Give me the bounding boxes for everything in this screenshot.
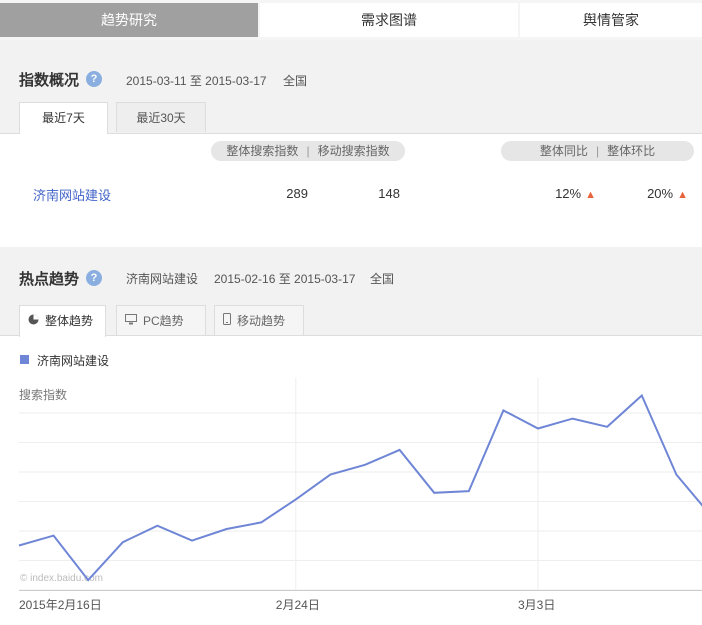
tab-label: 移动趋势	[237, 314, 286, 329]
tab-mobile-trend[interactable]: 移动趋势	[214, 305, 304, 335]
header-separator: |	[306, 144, 310, 158]
legend-swatch	[20, 355, 29, 364]
mom-cell: 20% ▲	[610, 186, 688, 201]
section-spacer	[0, 222, 702, 247]
header-separator: |	[595, 144, 600, 158]
tab-overall-trend[interactable]: 整体趋势	[19, 305, 106, 337]
tab-label: PC趋势	[143, 314, 184, 329]
tab-label: 整体趋势	[45, 314, 94, 329]
phone-icon	[223, 306, 231, 336]
hot-trend-date-range: 2015-02-16 至 2015-03-17	[214, 272, 356, 286]
yoy-header: 整体同比	[539, 144, 588, 158]
top-nav: 趋势研究 需求图谱 舆情管家	[0, 0, 702, 40]
keyword-link[interactable]: 济南网站建设	[33, 185, 111, 204]
chart-grid	[19, 378, 702, 591]
overview-date-range: 2015-03-11 至 2015-03-17	[126, 74, 267, 88]
overview-title: 指数概况	[19, 72, 80, 89]
chart-x-axis: 2015年2月16日 2月24日 3月3日	[19, 590, 702, 612]
overall-search-header: 整体搜索指数	[226, 144, 299, 158]
search-index-header: 整体搜索指数 | 移动搜索指数	[211, 141, 405, 161]
chart-y-label: 搜索指数	[19, 387, 67, 402]
hot-trend-title: 热点趋势	[19, 271, 80, 288]
monitor-icon	[125, 306, 137, 336]
mom-value: 20%	[647, 186, 674, 201]
mobile-search-header: 移动搜索指数	[317, 144, 390, 158]
x-tick-label: 3月3日	[518, 598, 555, 612]
overall-index-value: 289	[286, 186, 308, 201]
trend-line	[18, 393, 702, 582]
arrow-up-icon: ▲	[677, 189, 688, 201]
x-tick-label: 2月24日	[276, 598, 320, 612]
hot-trend-keyword: 济南网站建设	[126, 272, 199, 286]
tab-demand-map[interactable]: 需求图谱	[260, 3, 518, 37]
x-tick-label: 2015年2月16日	[19, 598, 102, 612]
tab-last-7-days[interactable]: 最近7天	[19, 102, 108, 134]
help-icon[interactable]: ?	[86, 270, 102, 286]
mobile-index-value: 148	[378, 186, 400, 201]
tab-pc-trend[interactable]: PC趋势	[116, 305, 206, 335]
mom-header: 整体环比	[607, 144, 656, 158]
tab-last-30-days[interactable]: 最近30天	[116, 102, 206, 132]
legend-label[interactable]: 济南网站建设	[37, 352, 109, 369]
hot-trend-region: 全国	[370, 272, 395, 286]
arrow-up-icon: ▲	[585, 189, 596, 201]
pie-icon	[28, 306, 39, 336]
tab-trend-research[interactable]: 趋势研究	[0, 3, 258, 37]
help-icon[interactable]: ?	[86, 71, 102, 87]
yoy-value: 12%	[555, 186, 582, 201]
overview-region: 全国	[283, 74, 308, 88]
tab-sentiment[interactable]: 舆情管家	[520, 3, 702, 37]
yoy-cell: 12% ▲	[520, 186, 596, 201]
compare-header: 整体同比 | 整体环比	[501, 141, 694, 161]
trend-chart: 搜索指数 © index.baidu.com 2015年2月16日 2月24日 3月…	[18, 378, 702, 612]
